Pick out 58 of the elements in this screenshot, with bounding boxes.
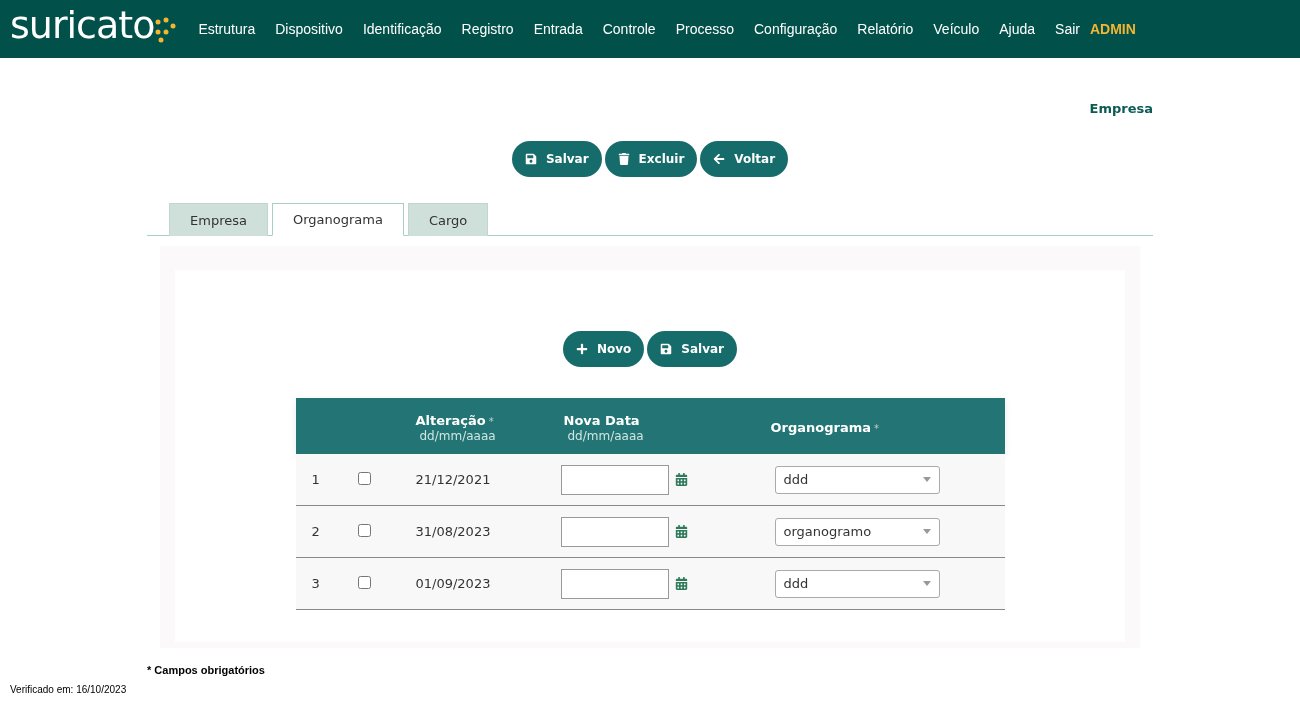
organograma-select[interactable]: ddd [774,569,940,598]
required-mark: * [874,422,880,434]
nav-link[interactable]: Estrutura [198,21,256,37]
tab[interactable]: Cargo [407,203,489,236]
row-checkbox[interactable] [357,471,371,485]
nav-link[interactable]: Processo [675,21,734,37]
date-input-field[interactable] [560,568,669,599]
row-checkbox[interactable] [357,523,371,537]
save-icon [524,153,537,165]
plus-icon [575,343,588,355]
row-number: 2 [310,524,321,539]
nav-link[interactable]: Registro [461,21,514,37]
date-format-hint: dd/mm/aaaa [567,428,645,443]
date-cell-text: 31/08/2023 [414,524,492,539]
save-button[interactable]: Salvar [647,331,738,367]
delete-button[interactable]: Excluir [604,141,698,177]
organograma-select[interactable]: organogramo [774,517,940,546]
nav-link[interactable]: Veículo [933,21,980,37]
date-format-hint: dd/mm/aaaa [419,428,497,443]
verified-date: Verificado em: 16/10/2023 [10,684,128,695]
calendar-icon[interactable] [674,473,688,486]
user-name[interactable]: ADMIN [1089,21,1136,37]
caret-icon [922,477,931,482]
back-button[interactable]: Voltar [700,141,789,177]
date-input-field[interactable] [560,464,669,495]
row-number: 3 [310,576,321,591]
date-cell-text: 21/12/2021 [414,472,492,487]
tab[interactable]: Organograma [271,203,404,236]
caret-icon [922,581,931,586]
row-checkbox[interactable] [357,575,371,589]
column-header: Nova Data [563,412,640,428]
nav-link[interactable]: Dispositivo [275,21,343,37]
nav-link[interactable]: Entrada [533,21,583,37]
save-icon [660,343,673,355]
trash-icon [617,153,630,165]
page-title: Empresa [1089,101,1153,116]
nav-link[interactable]: Controle [602,21,656,37]
logo-text: suricato [10,6,155,44]
column-header: Organograma [770,419,872,435]
date-cell-text: 01/09/2023 [414,576,492,591]
column-header: Alteração [415,412,486,428]
arrow-left-icon [713,153,726,165]
save-button[interactable]: Salvar [511,141,602,177]
nav-link[interactable]: Relatório [857,21,914,37]
calendar-icon[interactable] [674,525,688,538]
required-fields-note: * Campos obrigatórios [147,664,266,676]
new-button[interactable]: Novo [562,331,645,367]
nav-link[interactable]: Configuração [754,21,838,37]
calendar-icon[interactable] [674,577,688,590]
nav-link[interactable]: Ajuda [999,21,1036,37]
organograma-select[interactable]: ddd [774,465,940,494]
nav-link[interactable]: Sair [1055,21,1080,37]
required-mark: * [488,415,494,427]
nav-link[interactable]: Identificação [362,21,442,37]
tab[interactable]: Empresa [169,203,268,236]
row-number: 1 [310,472,321,487]
date-input-field[interactable] [560,516,669,547]
caret-icon [922,529,931,534]
